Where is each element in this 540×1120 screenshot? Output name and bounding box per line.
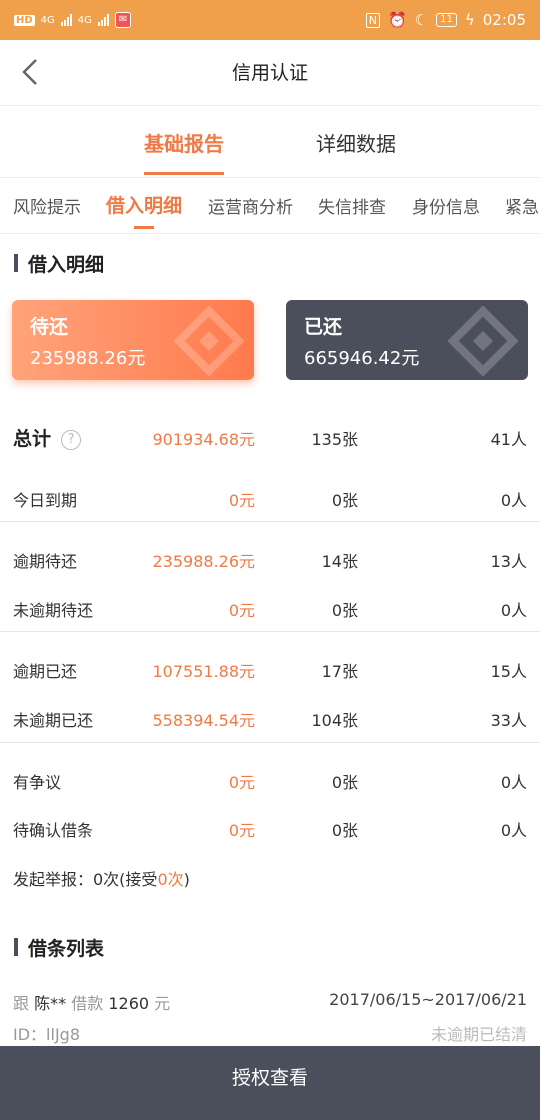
divider (0, 742, 540, 743)
loan-name: 陈** (34, 994, 67, 1013)
top-tabs: 基础报告 详细数据 (0, 106, 540, 178)
row-people: 0人 (500, 601, 527, 620)
row-amount: 0元 (228, 821, 255, 840)
page-title: 信用认证 (231, 62, 308, 84)
row-label: 未逾期已还 (13, 711, 94, 730)
loan-with-label: 跟 (13, 994, 30, 1013)
row-amount: 107551.88元 (152, 662, 255, 681)
signal-icon (60, 14, 72, 26)
row-count: 0张 (331, 773, 358, 792)
row-people: 15人 (490, 662, 527, 681)
nav-bar: 信用认证 (0, 40, 540, 106)
row-count: 17张 (321, 662, 358, 681)
row-label: 逾期已还 (13, 662, 78, 681)
report-summary: 发起举报：0次(接受0次) (13, 866, 190, 890)
loan-amount: 1260 (108, 994, 150, 1013)
row-label: 逾期待还 (13, 552, 78, 571)
row-people: 41人 (490, 430, 527, 449)
tab-detailed-data[interactable]: 详细数据 (316, 128, 396, 157)
status-left: HD 4G 4G ✉ (14, 12, 131, 28)
paid-amount: 665946.42元 (304, 348, 420, 369)
stat-row: 逾期已还 107551.88元 17张 15人 (0, 648, 540, 688)
stat-row: 未逾期待还 0元 0张 0人 (0, 587, 540, 627)
row-label: 总计? (13, 424, 82, 451)
loan-id-label: ID： (13, 1025, 47, 1044)
section-title-loan-list: 借条列表 (14, 934, 104, 961)
report-suffix: ) (183, 870, 190, 889)
top-tab-indicator (144, 172, 224, 175)
sub-tabs: 风险提示 借入明细 运营商分析 失信排查 身份信息 紧急 (0, 178, 540, 234)
row-amount: 0元 (228, 773, 255, 792)
loan-period: 2017/06/15~2017/06/21 (329, 990, 527, 1009)
hd-badge: HD (14, 14, 35, 26)
paid-card[interactable]: 已还 665946.42元 (286, 300, 528, 380)
row-count: 0张 (331, 601, 358, 620)
help-icon[interactable]: ? (61, 430, 82, 450)
row-people: 0人 (500, 821, 527, 840)
row-people: 0人 (500, 773, 527, 792)
status-bar: HD 4G 4G ✉ N ⏰ ☾ 11 ϟ 02:05 (0, 0, 540, 40)
signal-icon-2 (97, 14, 109, 26)
status-right: N ⏰ ☾ 11 ϟ 02:05 (365, 11, 526, 29)
network-badge-2: 4G (77, 14, 92, 26)
row-amount: 235988.26元 (152, 552, 255, 571)
stat-row: 有争议 0元 0张 0人 (0, 759, 540, 799)
sub-tab-indicator (134, 226, 154, 229)
battery-icon: 11 (436, 13, 457, 27)
row-amount: 0元 (228, 491, 255, 510)
row-people: 13人 (490, 552, 527, 571)
pending-amount: 235988.26元 (30, 348, 146, 369)
subtab-risk[interactable]: 风险提示 (13, 193, 81, 218)
alarm-icon: ⏰ (387, 11, 407, 29)
watermark-logo-icon (448, 306, 518, 376)
stat-row: 待确认借条 0元 0张 0人 (0, 807, 540, 847)
subtab-emergency[interactable]: 紧急 (505, 193, 539, 218)
row-count: 14张 (321, 552, 358, 571)
tab-basic-report[interactable]: 基础报告 (144, 128, 224, 157)
row-amount: 558394.54元 (152, 711, 255, 730)
stat-row: 未逾期已还 558394.54元 104张 33人 (0, 697, 540, 737)
row-people: 33人 (490, 711, 527, 730)
row-count: 135张 (311, 430, 358, 449)
moon-icon: ☾ (414, 11, 429, 29)
row-label: 有争议 (13, 773, 62, 792)
subtab-identity[interactable]: 身份信息 (412, 193, 480, 218)
pending-card[interactable]: 待还 235988.26元 (12, 300, 254, 380)
list-item[interactable]: 跟 陈** 借款 1260 元 2017/06/15~2017/06/21 ID… (0, 988, 540, 1048)
row-count: 0张 (331, 491, 358, 510)
nfc-icon: N (365, 12, 380, 28)
loan-status: 未逾期已结清 (430, 1025, 527, 1044)
subtab-dishonest[interactable]: 失信排查 (318, 193, 386, 218)
row-count: 0张 (331, 821, 358, 840)
row-label: 今日到期 (13, 491, 78, 510)
row-label: 待确认借条 (13, 821, 94, 840)
total-label: 总计 (13, 428, 52, 450)
stat-row: 逾期待还 235988.26元 14张 13人 (0, 538, 540, 578)
subtab-borrow-detail[interactable]: 借入明细 (106, 191, 182, 218)
app-notification-icon: ✉ (114, 12, 131, 28)
stat-row: 今日到期 0元 0张 0人 (0, 477, 540, 517)
pending-label: 待还 (30, 316, 69, 338)
loan-unit: 元 (154, 994, 171, 1013)
paid-label: 已还 (304, 316, 343, 338)
row-people: 0人 (500, 491, 527, 510)
section-title-borrow: 借入明细 (14, 250, 104, 277)
authorize-view-button[interactable]: 授权查看 (0, 1046, 540, 1120)
row-amount: 901934.68元 (152, 430, 255, 449)
row-count: 104张 (311, 711, 358, 730)
report-accepted: 0次 (157, 870, 184, 889)
stat-row-total: 总计? 901934.68元 135张 41人 (0, 416, 540, 456)
watermark-logo-icon (174, 306, 244, 376)
charging-icon: ϟ (464, 11, 475, 29)
loan-id: llJg8 (46, 1025, 80, 1044)
network-badge-1: 4G (40, 14, 55, 26)
divider (0, 631, 540, 632)
row-amount: 0元 (228, 601, 255, 620)
loan-borrow-label: 借款 (71, 994, 104, 1013)
divider (0, 521, 540, 522)
report-prefix: 发起举报：0次(接受 (13, 870, 158, 889)
subtab-carrier[interactable]: 运营商分析 (208, 193, 293, 218)
status-time: 02:05 (482, 11, 526, 29)
row-label: 未逾期待还 (13, 601, 94, 620)
